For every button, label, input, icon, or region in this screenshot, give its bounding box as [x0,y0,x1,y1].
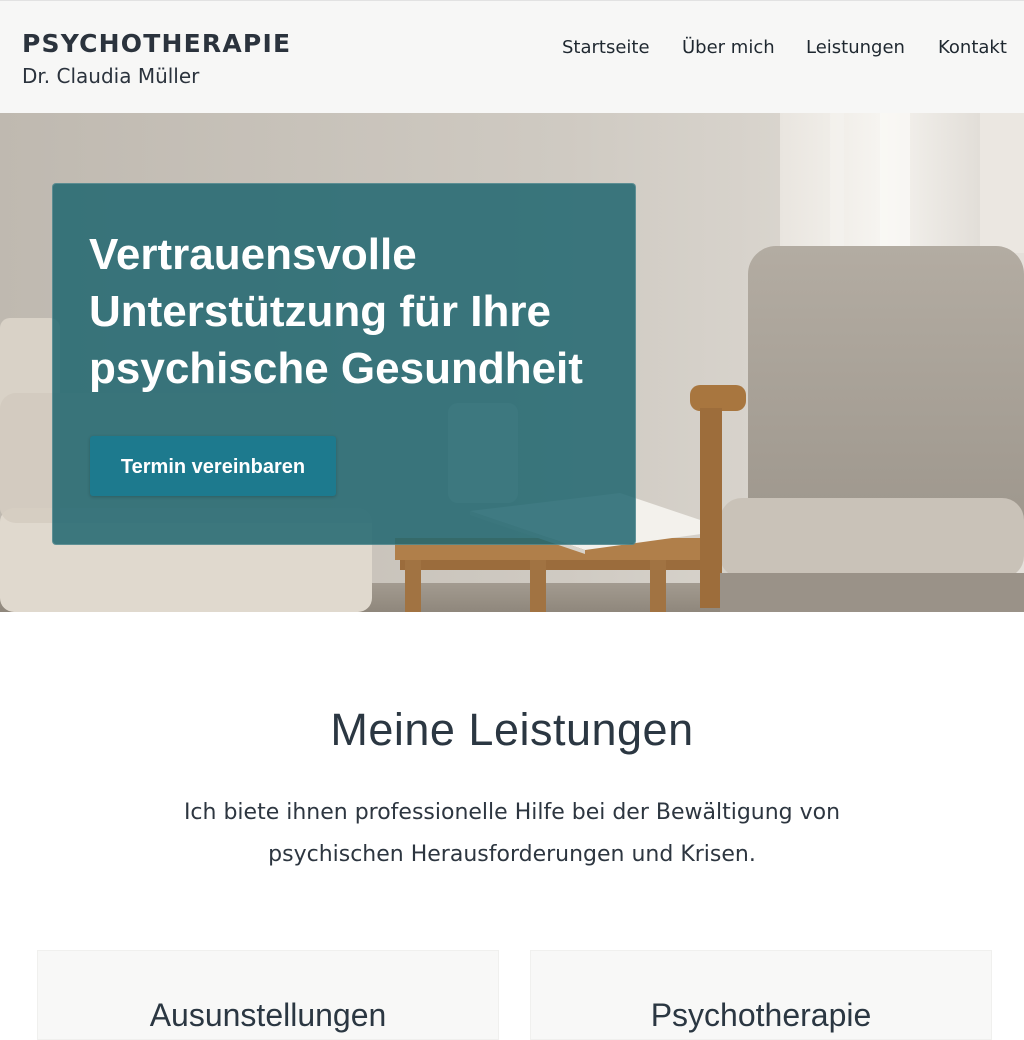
site-header: PSYCHOTHERAPIE Dr. Claudia Müller Starts… [0,0,1024,113]
hero-heading: Vertrauensvolle Unterstützung für Ihre p… [89,230,583,393]
service-card[interactable]: Ausunstellungen [37,950,499,1040]
brand-title[interactable]: PSYCHOTHERAPIE [22,29,291,58]
nav-link-ueber-mich[interactable]: Über mich [682,37,775,58]
nav-link-kontakt[interactable]: Kontakt [938,37,1007,58]
book-appointment-button[interactable]: Termin vereinbaren [90,436,336,496]
hero-overlay-card: Vertrauensvolle Unterstützung für Ihre p… [52,183,636,545]
nav-link-leistungen[interactable]: Leistungen [806,37,905,58]
service-card-title: Psychotherapie [650,997,872,1033]
services-heading: Meine Leistungen [330,704,694,755]
service-card-title: Ausunstellungen [149,997,387,1033]
service-card[interactable]: Psychotherapie [530,950,992,1040]
brand-subtitle: Dr. Claudia Müller [22,64,200,88]
hero-section: Vertrauensvolle Unterstützung für Ihre p… [0,113,1024,612]
nav-link-startseite[interactable]: Startseite [562,37,650,58]
services-intro: Ich biete ihnen professionelle Hilfe bei… [183,800,841,867]
